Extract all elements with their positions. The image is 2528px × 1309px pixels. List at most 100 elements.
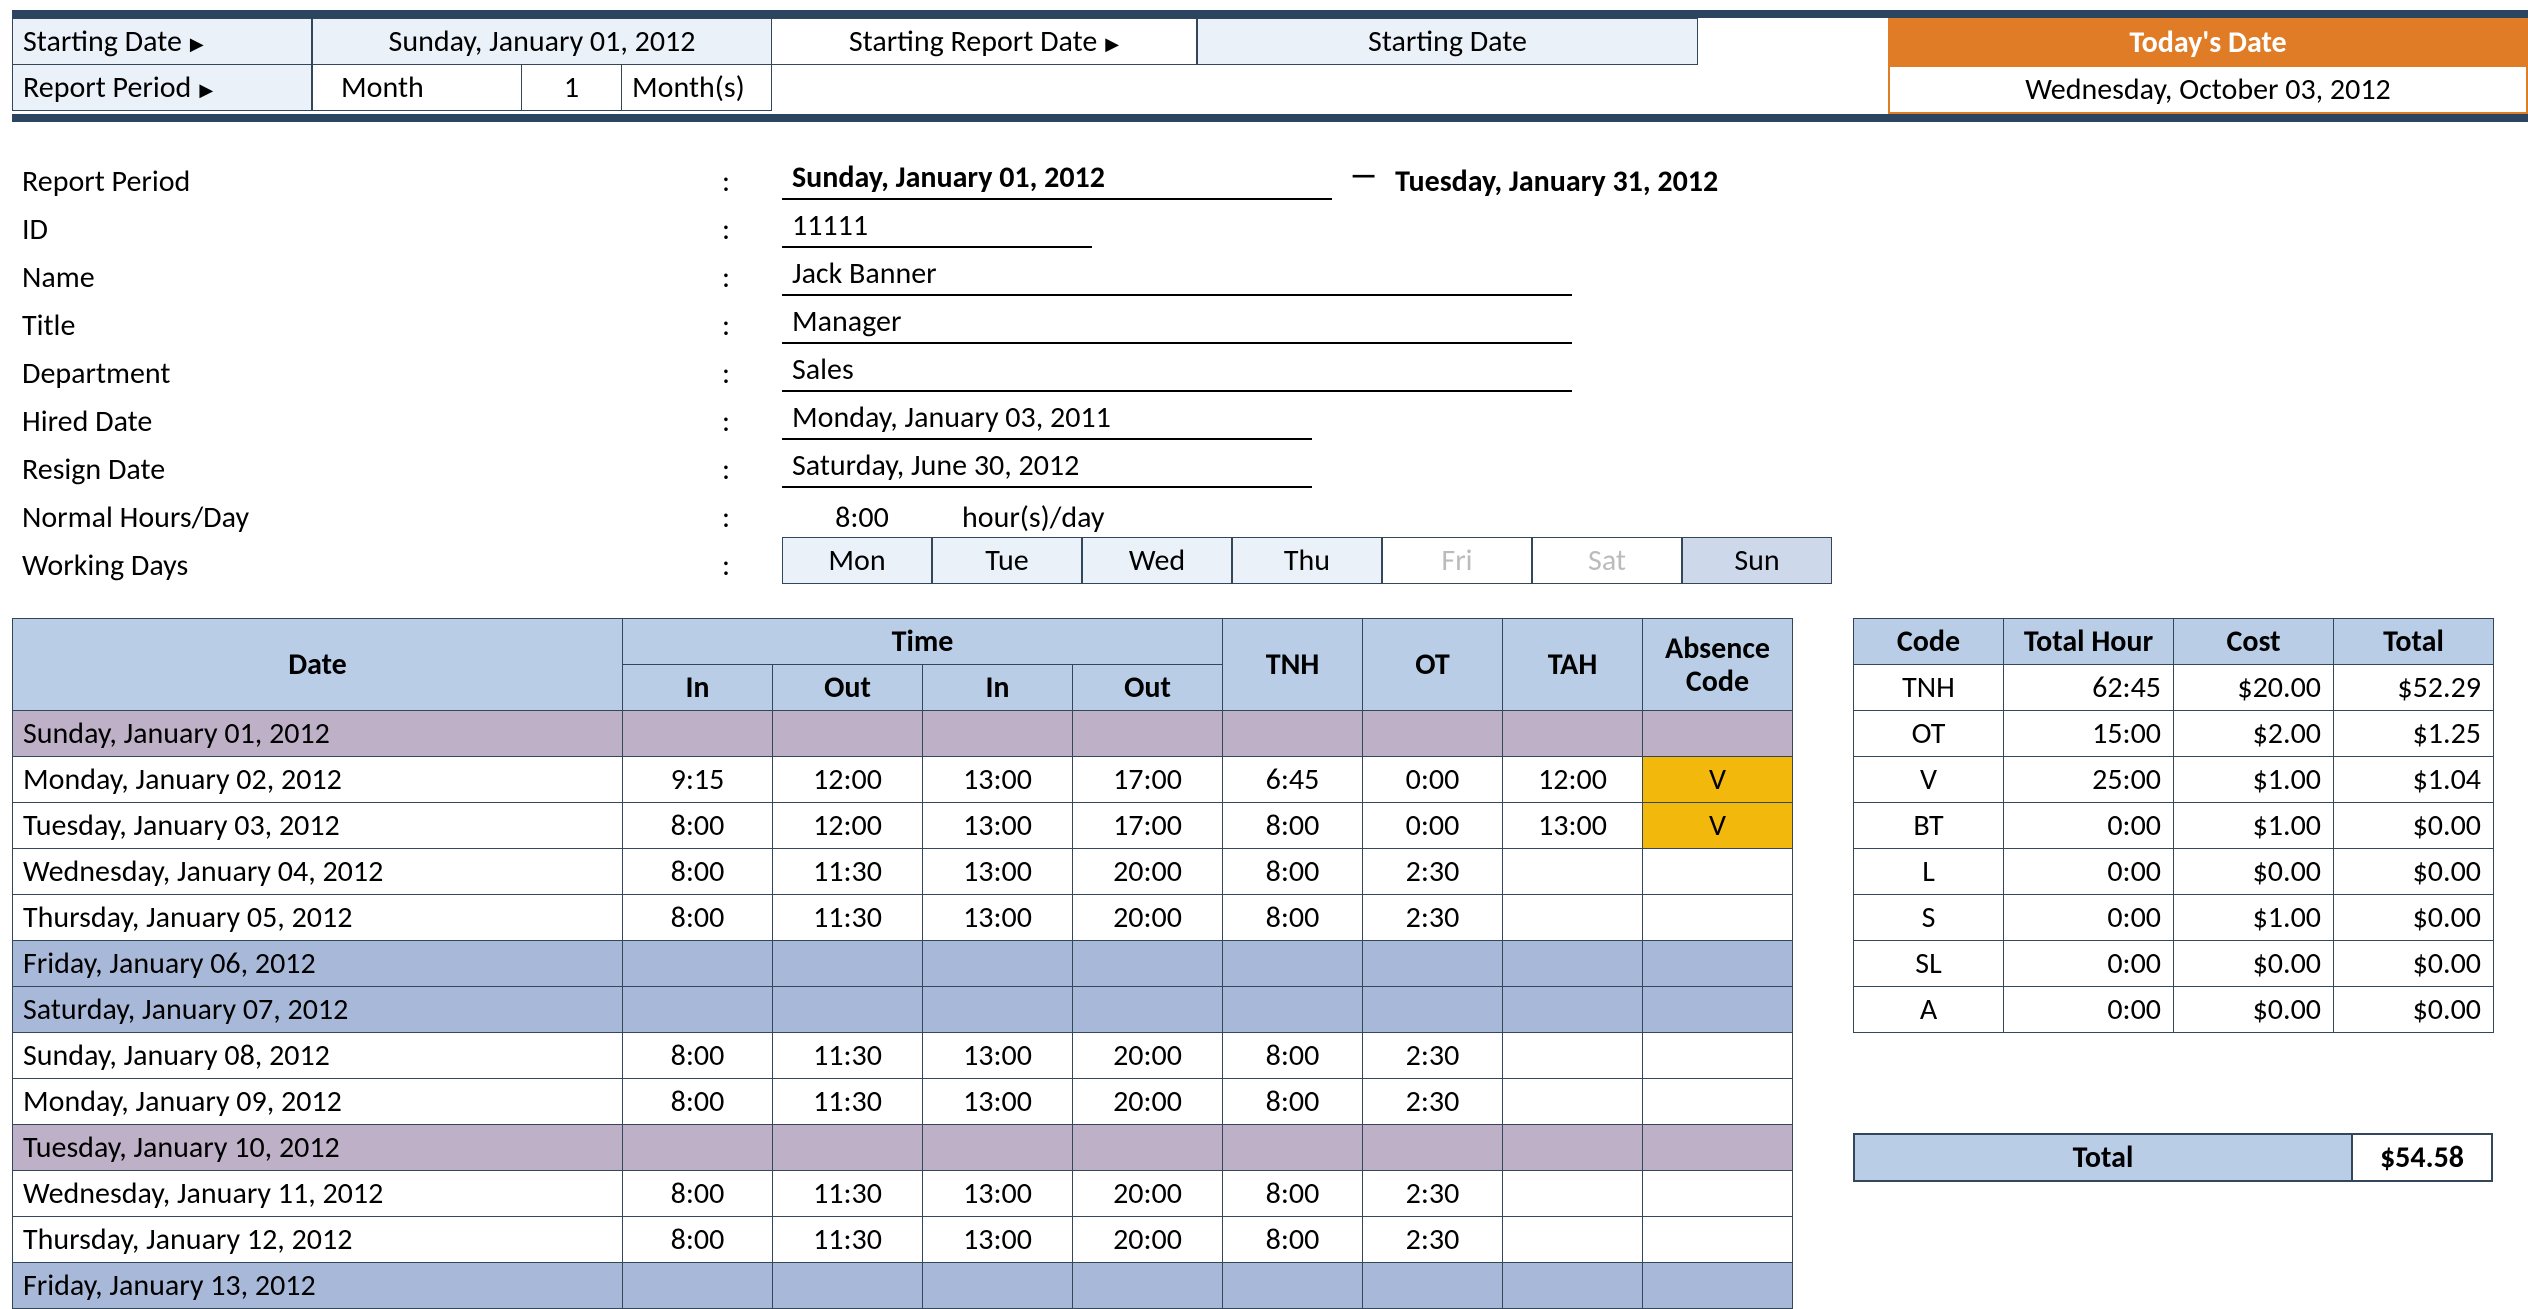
ts-tnh[interactable] [1223, 1263, 1363, 1309]
ts-tnh[interactable]: 8:00 [1223, 1033, 1363, 1079]
ts-ot[interactable]: 2:30 [1363, 1217, 1503, 1263]
ts-in1[interactable]: 9:15 [623, 757, 773, 803]
ts-out1[interactable] [773, 1263, 923, 1309]
working-day-thu[interactable]: Thu [1232, 537, 1382, 584]
ts-date[interactable]: Monday, January 02, 2012 [13, 757, 623, 803]
ts-date[interactable]: Sunday, January 01, 2012 [13, 711, 623, 757]
ts-in2[interactable] [923, 941, 1073, 987]
ts-in2[interactable] [923, 1125, 1073, 1171]
ts-in1[interactable]: 8:00 [623, 849, 773, 895]
ts-date[interactable]: Tuesday, January 03, 2012 [13, 803, 623, 849]
ts-date[interactable]: Friday, January 06, 2012 [13, 941, 623, 987]
ts-in2[interactable] [923, 987, 1073, 1033]
ts-in2[interactable] [923, 711, 1073, 757]
ts-date[interactable]: Wednesday, January 04, 2012 [13, 849, 623, 895]
ts-out1[interactable] [773, 941, 923, 987]
ts-out1[interactable] [773, 987, 923, 1033]
ts-in1[interactable]: 8:00 [623, 1079, 773, 1125]
working-day-sat[interactable]: Sat [1532, 537, 1682, 584]
ts-out1[interactable]: 11:30 [773, 849, 923, 895]
ts-abs[interactable] [1643, 711, 1793, 757]
ts-tnh[interactable] [1223, 941, 1363, 987]
ts-in1[interactable] [623, 987, 773, 1033]
ts-out1[interactable]: 12:00 [773, 803, 923, 849]
ts-tnh[interactable]: 6:45 [1223, 757, 1363, 803]
report-period-unit[interactable]: Month [312, 65, 522, 111]
ts-in2[interactable]: 13:00 [923, 1217, 1073, 1263]
ts-out2[interactable]: 20:00 [1073, 1217, 1223, 1263]
ts-in1[interactable] [623, 711, 773, 757]
ts-tah[interactable] [1503, 895, 1643, 941]
ts-date[interactable]: Monday, January 09, 2012 [13, 1079, 623, 1125]
ts-in2[interactable]: 13:00 [923, 757, 1073, 803]
ts-ot[interactable] [1363, 987, 1503, 1033]
ts-abs[interactable] [1643, 941, 1793, 987]
ts-out1[interactable] [773, 711, 923, 757]
ts-out2[interactable]: 20:00 [1073, 1079, 1223, 1125]
ts-out2[interactable]: 20:00 [1073, 849, 1223, 895]
ts-out1[interactable]: 11:30 [773, 1217, 923, 1263]
ts-out1[interactable]: 11:30 [773, 1171, 923, 1217]
working-day-sun[interactable]: Sun [1682, 537, 1832, 584]
ts-in1[interactable]: 8:00 [623, 1217, 773, 1263]
ts-in1[interactable] [623, 1125, 773, 1171]
ts-out2[interactable] [1073, 1125, 1223, 1171]
ts-tah[interactable]: 12:00 [1503, 757, 1643, 803]
ts-tah[interactable] [1503, 941, 1643, 987]
ts-tnh[interactable]: 8:00 [1223, 1171, 1363, 1217]
starting-date-value[interactable]: Sunday, January 01, 2012 [312, 18, 772, 65]
ts-in1[interactable]: 8:00 [623, 1033, 773, 1079]
ts-out1[interactable]: 12:00 [773, 757, 923, 803]
working-day-fri[interactable]: Fri [1382, 537, 1532, 584]
ts-in1[interactable]: 8:00 [623, 895, 773, 941]
ts-in2[interactable]: 13:00 [923, 895, 1073, 941]
ts-ot[interactable]: 2:30 [1363, 895, 1503, 941]
ts-in2[interactable]: 13:00 [923, 1033, 1073, 1079]
ts-abs[interactable] [1643, 1079, 1793, 1125]
ts-abs[interactable] [1643, 1217, 1793, 1263]
ts-ot[interactable]: 0:00 [1363, 803, 1503, 849]
ts-ot[interactable]: 2:30 [1363, 1079, 1503, 1125]
ts-abs[interactable] [1643, 895, 1793, 941]
working-day-mon[interactable]: Mon [782, 537, 932, 584]
ts-abs[interactable] [1643, 1125, 1793, 1171]
ts-ot[interactable]: 2:30 [1363, 1171, 1503, 1217]
ts-tah[interactable]: 13:00 [1503, 803, 1643, 849]
ts-in2[interactable]: 13:00 [923, 1079, 1073, 1125]
ts-date[interactable]: Wednesday, January 11, 2012 [13, 1171, 623, 1217]
ts-ot[interactable] [1363, 711, 1503, 757]
ts-out2[interactable] [1073, 987, 1223, 1033]
ts-ot[interactable] [1363, 1125, 1503, 1171]
ts-date[interactable]: Tuesday, January 10, 2012 [13, 1125, 623, 1171]
ts-tah[interactable] [1503, 1079, 1643, 1125]
ts-in2[interactable]: 13:00 [923, 849, 1073, 895]
ts-abs[interactable] [1643, 1263, 1793, 1309]
ts-abs[interactable] [1643, 987, 1793, 1033]
ts-tah[interactable] [1503, 1171, 1643, 1217]
ts-ot[interactable]: 2:30 [1363, 1033, 1503, 1079]
ts-out2[interactable]: 20:00 [1073, 1171, 1223, 1217]
ts-tnh[interactable]: 8:00 [1223, 1217, 1363, 1263]
ts-out1[interactable]: 11:30 [773, 895, 923, 941]
ts-out2[interactable]: 17:00 [1073, 757, 1223, 803]
ts-in1[interactable]: 8:00 [623, 803, 773, 849]
starting-report-value[interactable]: Starting Date [1197, 18, 1698, 65]
ts-in1[interactable] [623, 1263, 773, 1309]
ts-tah[interactable] [1503, 1217, 1643, 1263]
ts-date[interactable]: Thursday, January 12, 2012 [13, 1217, 623, 1263]
ts-out2[interactable]: 20:00 [1073, 1033, 1223, 1079]
ts-tnh[interactable]: 8:00 [1223, 803, 1363, 849]
ts-abs[interactable] [1643, 849, 1793, 895]
ts-out1[interactable] [773, 1125, 923, 1171]
ts-tnh[interactable] [1223, 1125, 1363, 1171]
ts-tnh[interactable] [1223, 711, 1363, 757]
ts-ot[interactable] [1363, 1263, 1503, 1309]
ts-abs[interactable]: V [1643, 757, 1793, 803]
ts-out2[interactable] [1073, 941, 1223, 987]
ts-tnh[interactable] [1223, 987, 1363, 1033]
ts-in2[interactable]: 13:00 [923, 803, 1073, 849]
ts-tnh[interactable]: 8:00 [1223, 849, 1363, 895]
ts-abs[interactable]: V [1643, 803, 1793, 849]
working-day-tue[interactable]: Tue [932, 537, 1082, 584]
ts-date[interactable]: Thursday, January 05, 2012 [13, 895, 623, 941]
